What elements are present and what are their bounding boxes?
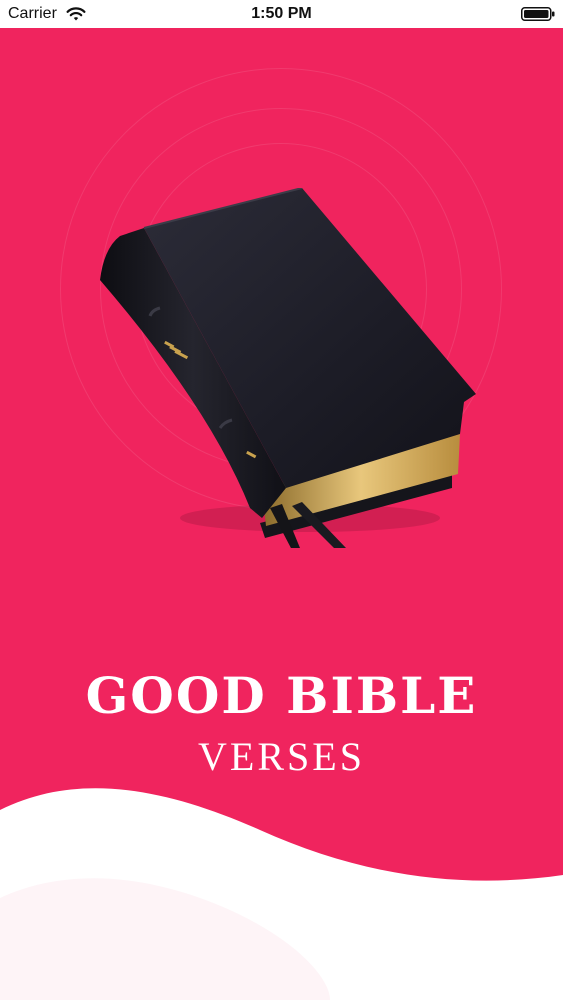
app-subtitle: VERSES <box>198 734 365 779</box>
clock-time: 1:50 PM <box>251 5 312 22</box>
bible-book-illustration <box>100 188 476 548</box>
app-title: GOOD BIBLE <box>85 666 478 725</box>
bottom-wave <box>0 788 563 1000</box>
status-bar: Carrier 1:50 PM <box>0 0 563 28</box>
splash-screen: Carrier 1:50 PM GOOD BIBLE VERSES <box>0 0 563 1000</box>
battery-icon <box>521 7 555 21</box>
